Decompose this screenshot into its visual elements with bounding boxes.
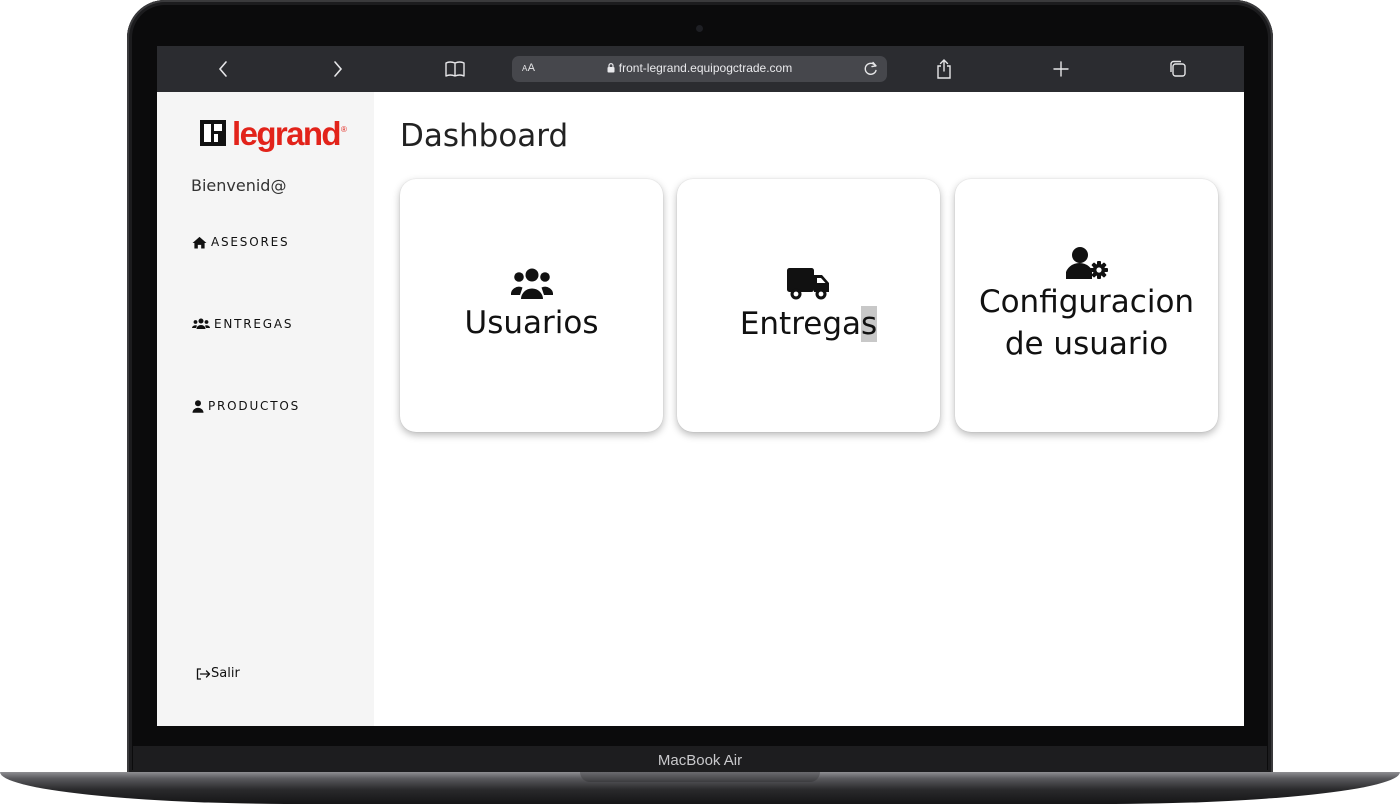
sidebar-item-productos[interactable]: PRODUCTOS: [192, 399, 300, 413]
sidebar-item-asesores[interactable]: ASESORES: [192, 235, 289, 249]
user-icon: [192, 399, 204, 413]
users-icon: [510, 268, 553, 299]
browser-screen: AA front-legrand.equipogctrade.com legra…: [157, 46, 1244, 726]
back-button[interactable]: [205, 46, 241, 92]
sidebar-item-entregas[interactable]: ENTREGAS: [192, 317, 293, 331]
card-label-line1: Configuracion: [978, 283, 1195, 320]
plus-icon: [1053, 61, 1069, 77]
card-configuracion-usuario[interactable]: Configuracion de usuario: [955, 179, 1218, 432]
logo-registered: ®: [341, 124, 347, 134]
address-bar[interactable]: AA front-legrand.equipogctrade.com: [512, 56, 887, 82]
card-entregas[interactable]: Entregas: [677, 179, 940, 432]
bookmarks-button[interactable]: [437, 46, 473, 92]
users-icon: [192, 318, 210, 329]
browser-toolbar: AA front-legrand.equipogctrade.com: [157, 46, 1244, 92]
device-label: MacBook Air: [657, 752, 743, 769]
legrand-logo[interactable]: legrand ®: [200, 113, 347, 153]
laptop-base-notch: [580, 772, 820, 782]
sidebar-item-label: ENTREGAS: [214, 317, 294, 331]
welcome-text: Bienvenid@: [191, 176, 287, 195]
share-button[interactable]: [926, 46, 962, 92]
lock-icon: [607, 63, 615, 73]
card-label: Usuarios: [464, 304, 599, 341]
card-label: Configuracion de usuario: [979, 282, 1194, 366]
card-usuarios[interactable]: Usuarios: [400, 179, 663, 432]
chevron-left-icon: [218, 61, 227, 77]
chevron-right-icon: [334, 61, 343, 77]
camera: [696, 25, 703, 32]
logout-label: Salir: [211, 666, 240, 681]
truck-icon: [786, 267, 829, 300]
card-label-text: Entrega: [739, 305, 862, 342]
sidebar-item-label: ASESORES: [211, 235, 290, 249]
forward-button[interactable]: [320, 46, 356, 92]
tabs-button[interactable]: [1160, 46, 1196, 92]
home-icon: [192, 236, 207, 249]
text-selection: s: [861, 305, 878, 342]
laptop-chin: MacBook Air: [133, 746, 1267, 775]
logout-link[interactable]: Salir: [196, 666, 240, 681]
logo-text: legrand: [232, 114, 342, 152]
legrand-mark-icon: [200, 120, 226, 146]
book-icon: [445, 61, 465, 77]
reload-icon[interactable]: [861, 59, 881, 79]
sidebar: legrand ® Bienvenid@ ASESORES ENTREGAS PR…: [157, 92, 374, 726]
share-icon: [937, 59, 951, 79]
new-tab-button[interactable]: [1043, 46, 1079, 92]
card-label: Entregas: [739, 304, 878, 346]
sign-out-icon: [196, 667, 211, 680]
tabs-icon: [1170, 60, 1186, 77]
page-title: Dashboard: [400, 118, 569, 154]
card-label-line2: de usuario: [1004, 325, 1169, 362]
sidebar-item-label: PRODUCTOS: [208, 399, 301, 413]
url-text: front-legrand.equipogctrade.com: [618, 61, 793, 75]
user-gear-icon: [1065, 246, 1108, 279]
